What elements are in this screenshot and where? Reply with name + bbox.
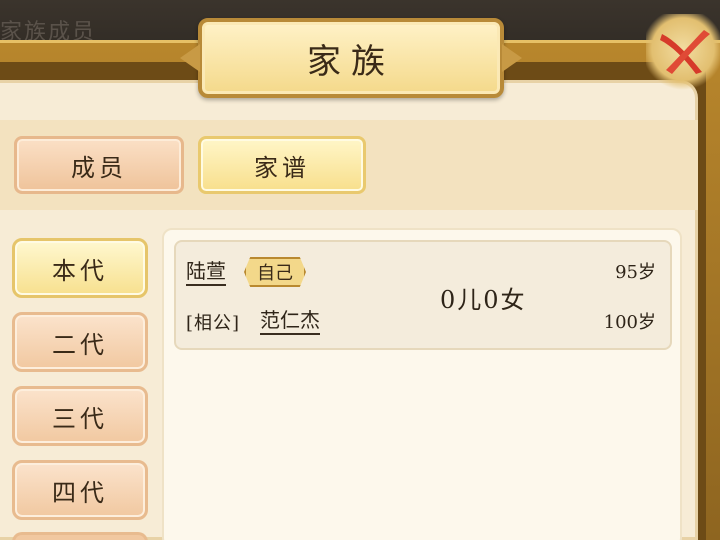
generation-button-partial[interactable] [12,532,148,540]
generation-button-current[interactable]: 本代 [12,238,148,298]
tab-members[interactable]: 成员 [14,136,184,194]
tab-genealogy[interactable]: 家谱 [198,136,366,194]
close-icon [660,30,710,74]
self-badge: 自己 [244,257,306,287]
page-title: 家族 [307,41,395,82]
spouse-relation: [相公] [186,313,241,334]
self-age: 95岁 [615,262,656,283]
generation-button-second[interactable]: 二代 [12,312,148,372]
generation-button-third[interactable]: 三代 [12,386,148,446]
title-plaque: 家族 [198,18,504,98]
close-button[interactable] [646,14,720,92]
spouse-age: 100岁 [603,312,656,333]
spouse-name[interactable]: 范仁杰 [260,307,320,335]
children-count: 0儿0女 [440,286,527,314]
generation-button-fourth[interactable]: 四代 [12,460,148,520]
self-name[interactable]: 陆萱 [186,258,226,286]
